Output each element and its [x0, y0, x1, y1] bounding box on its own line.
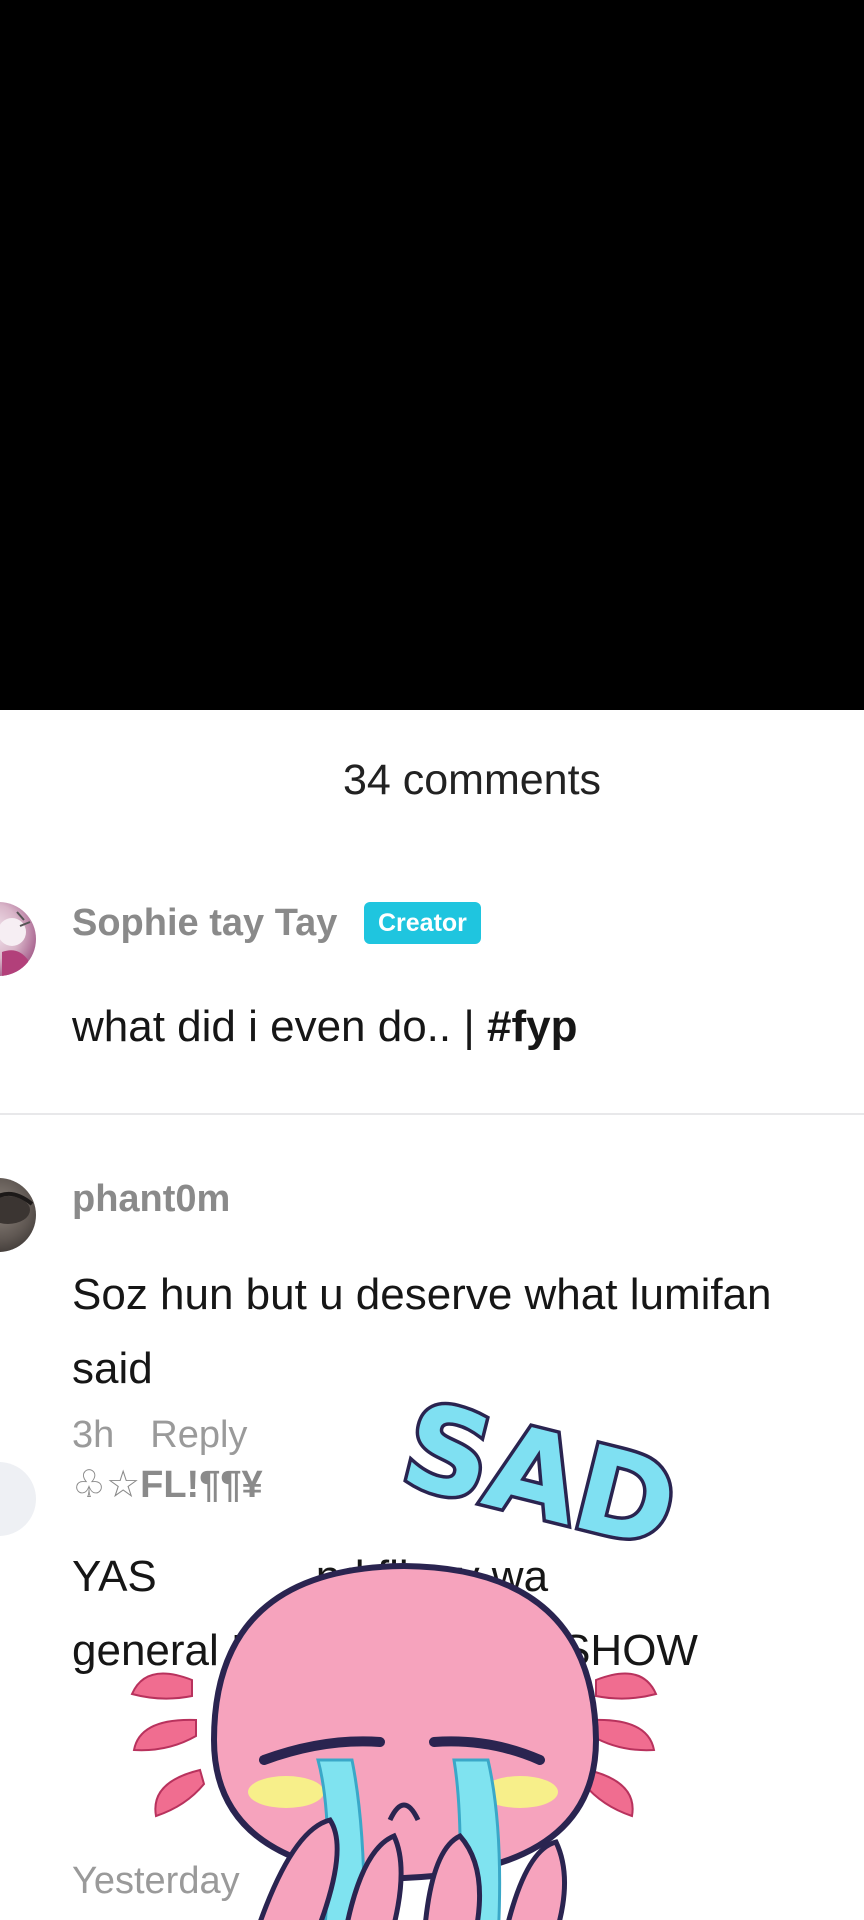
avatar[interactable] — [0, 902, 36, 976]
axolotl-head — [210, 1562, 600, 1882]
hashtag-link[interactable]: #fyp — [487, 1002, 577, 1051]
video-player[interactable] — [0, 0, 864, 710]
avatar-image — [0, 911, 31, 976]
crying-axolotl-sticker: SAD — [104, 1350, 744, 1920]
comment-author[interactable]: Sophie tay Tay — [72, 902, 337, 945]
avatar[interactable] — [0, 1462, 36, 1536]
avatar-image — [0, 1192, 34, 1224]
sticker-graphic: SAD — [130, 1372, 694, 1920]
cheek-left — [248, 1776, 324, 1808]
comment-count: 34 comments — [342, 756, 602, 804]
comment-body: what did i even do.. | — [72, 1002, 488, 1051]
divider — [0, 1113, 864, 1115]
comment-author[interactable]: phant0m — [72, 1178, 230, 1221]
sad-text: SAD — [387, 1372, 694, 1579]
avatar[interactable] — [0, 1178, 36, 1252]
comments-sheet: 34 comments Sophie tay Tay Creator what … — [0, 710, 864, 1920]
gills-left-icon — [130, 1672, 206, 1818]
sticker-label: SAD — [390, 1375, 690, 1575]
creator-badge: Creator — [364, 902, 481, 944]
comment-text: what did i even do.. | #fyp — [72, 990, 862, 1064]
